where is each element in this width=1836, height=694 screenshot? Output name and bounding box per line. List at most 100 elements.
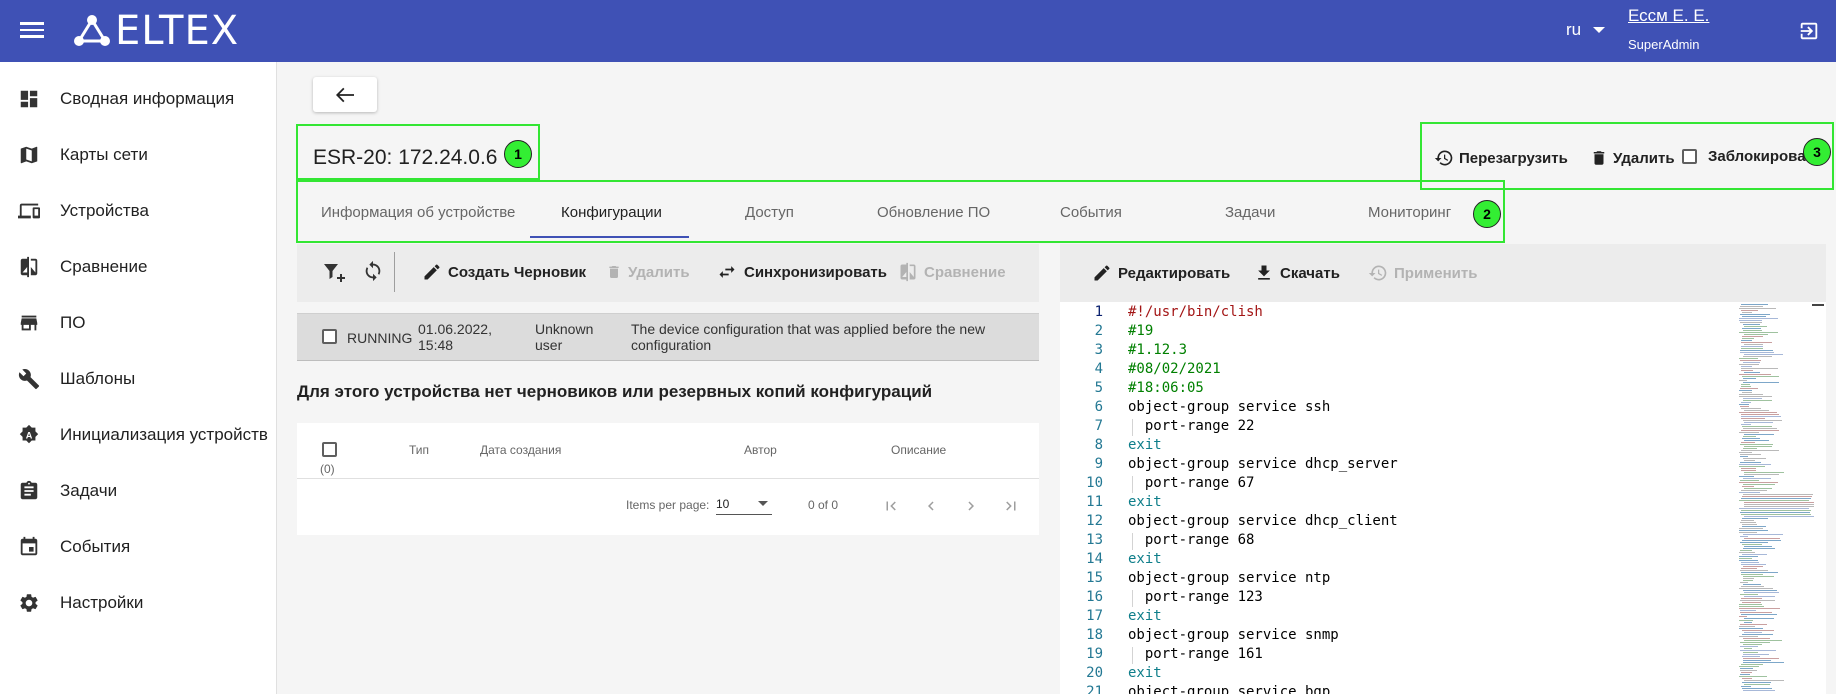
minimap-line — [1739, 560, 1758, 561]
calendar-icon — [17, 535, 41, 559]
minimap-line — [1740, 454, 1761, 455]
chevron-down-icon — [1593, 27, 1606, 33]
minimap-line — [1741, 430, 1779, 431]
first-page-icon[interactable] — [881, 497, 901, 515]
line-number: 14 — [1086, 551, 1103, 567]
minimap-line — [1740, 542, 1768, 543]
editor-minimap[interactable] — [1737, 302, 1817, 694]
logout-icon[interactable] — [1798, 20, 1820, 42]
column-header-type[interactable]: Тип — [409, 443, 429, 457]
delete-config-button[interactable]: Удалить — [606, 262, 690, 282]
editor-scrollbar[interactable] — [1812, 304, 1824, 306]
column-header-author[interactable]: Автор — [744, 443, 777, 457]
items-per-page-select[interactable]: 10 — [716, 493, 772, 515]
minimap-line — [1744, 632, 1762, 633]
sidebar-item-devices[interactable]: Устройства — [0, 186, 277, 236]
minimap-line — [1743, 690, 1775, 691]
sidebar-item-maps[interactable]: Карты сети — [0, 130, 277, 180]
sidebar-item-tasks[interactable]: Задачи — [0, 466, 277, 516]
top-app-bar: ELTEX ru Ессм Е. Е. SuperAdmin — [0, 0, 1836, 62]
code-line: object-group service ssh — [1128, 399, 1331, 415]
config-code-editor[interactable]: 1 #!/usr/bin/clish 2 #19 3 #1.12.3 4 #08/02/202… — [1060, 302, 1826, 694]
language-select[interactable]: ru — [1566, 20, 1606, 40]
minimap-line — [1741, 498, 1811, 499]
gear-icon — [17, 591, 41, 615]
edit-config-button[interactable]: Редактировать — [1092, 263, 1230, 283]
minimap-line — [1741, 414, 1779, 415]
sidebar-item-settings[interactable]: Настройки — [0, 578, 277, 628]
select-all-checkbox[interactable] — [322, 442, 337, 457]
sidebar-item-templates[interactable]: Шаблоны — [0, 354, 277, 404]
code-line: port-range 68 — [1128, 532, 1255, 548]
minimap-line — [1743, 458, 1766, 459]
create-draft-button[interactable]: Создать Черновик — [422, 262, 586, 282]
last-page-icon[interactable] — [1001, 497, 1021, 515]
code-line: exit — [1128, 665, 1162, 681]
chevron-down-icon — [758, 501, 768, 506]
minimap-line — [1739, 558, 1752, 559]
minimap-line — [1744, 596, 1775, 597]
minimap-line — [1739, 364, 1759, 365]
minimap-line — [1742, 544, 1762, 545]
language-value: ru — [1566, 20, 1582, 39]
minimap-line — [1739, 482, 1778, 483]
line-number: 3 — [1094, 342, 1103, 358]
minimap-line — [1739, 404, 1749, 405]
items-per-page-label: Items per page: — [626, 498, 710, 512]
back-button[interactable] — [313, 77, 377, 112]
minimap-line — [1744, 618, 1774, 619]
minimap-line — [1739, 500, 1809, 501]
minimap-line — [1741, 416, 1781, 417]
line-number: 7 — [1094, 418, 1103, 434]
minimap-line — [1744, 354, 1783, 355]
minimap-line — [1741, 402, 1751, 403]
code-line: object-group service snmp — [1128, 627, 1339, 643]
minimap-line — [1740, 406, 1749, 407]
apply-config-button[interactable]: Применить — [1368, 263, 1477, 283]
minimap-line — [1741, 386, 1751, 387]
minimap-line — [1739, 528, 1763, 529]
line-number: 13 — [1086, 532, 1103, 548]
menu-icon[interactable] — [18, 18, 46, 44]
minimap-line — [1743, 478, 1771, 479]
config-date: 01.06.2022, — [418, 321, 492, 337]
code-line: exit — [1128, 494, 1162, 510]
previous-page-icon[interactable] — [921, 497, 941, 515]
minimap-line — [1743, 448, 1757, 449]
minimap-line — [1741, 408, 1761, 409]
sidebar-item-dashboard[interactable]: Сводная информация — [0, 74, 277, 124]
callout-badge-2: 2 — [1473, 200, 1501, 228]
config-time: 15:48 — [418, 337, 454, 353]
sidebar-item-compare[interactable]: Сравнение — [0, 242, 277, 292]
line-number: 9 — [1094, 456, 1103, 472]
sidebar-item-initialization[interactable]: A Инициализация устройств — [0, 410, 277, 460]
minimap-line — [1739, 394, 1763, 395]
user-name-link[interactable]: Ессм Е. Е. — [1628, 6, 1709, 26]
minimap-line — [1740, 350, 1773, 351]
next-page-icon[interactable] — [961, 497, 981, 515]
running-config-row[interactable]: RUNNING 01.06.2022, 15:48 Unknown user T… — [297, 313, 1039, 361]
column-header-created[interactable]: Дата создания — [480, 443, 561, 457]
sidebar-item-software[interactable]: ПО — [0, 298, 277, 348]
minimap-line — [1743, 652, 1758, 653]
synchronize-label: Синхронизировать — [744, 263, 887, 281]
minimap-line — [1744, 622, 1752, 623]
minimap-line — [1743, 324, 1760, 325]
download-config-button[interactable]: Скачать — [1254, 263, 1340, 283]
sidebar-item-events[interactable]: События — [0, 522, 277, 572]
synchronize-button[interactable]: Синхронизировать — [716, 262, 887, 282]
config-description-line2: configuration — [631, 337, 712, 353]
compare-config-button[interactable]: Сравнение — [898, 262, 1006, 282]
column-header-description[interactable]: Описание — [891, 443, 946, 457]
minimap-line — [1741, 686, 1751, 687]
minimap-line — [1739, 552, 1755, 553]
eltex-logo[interactable]: ELTEX — [73, 8, 239, 54]
line-number: 21 — [1086, 684, 1103, 694]
minimap-line — [1741, 572, 1778, 573]
toolbar-divider — [394, 252, 395, 292]
callout-badge-3: 3 — [1803, 138, 1831, 166]
minimap-line — [1741, 514, 1811, 515]
refresh-button[interactable] — [362, 260, 384, 282]
filter-button[interactable] — [322, 260, 346, 284]
row-checkbox[interactable] — [322, 329, 337, 344]
